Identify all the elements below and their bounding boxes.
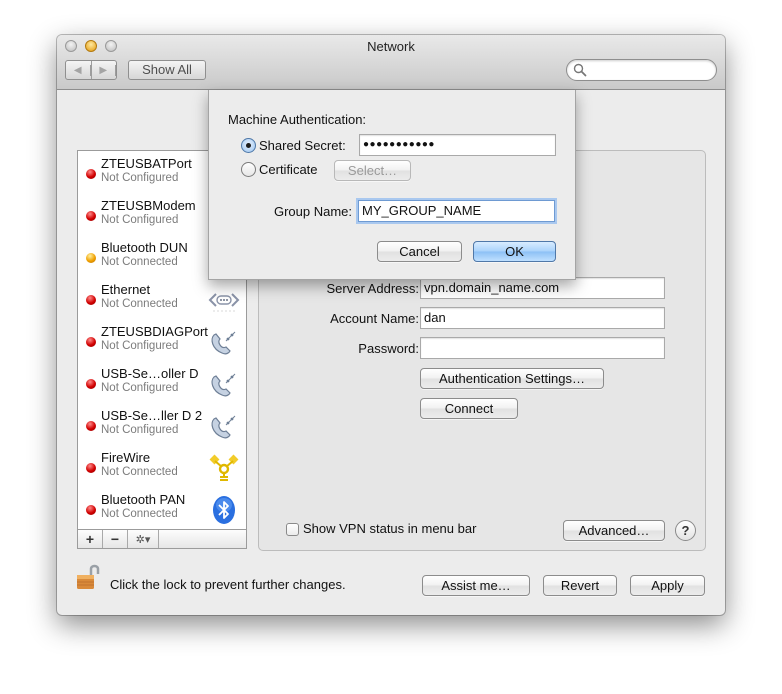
status-dot (86, 421, 96, 431)
firewire-icon (209, 454, 239, 481)
service-name: Ethernet (101, 282, 151, 297)
status-dot (86, 505, 96, 515)
machine-authentication-sheet: Machine Authentication: Shared Secret: ●… (208, 90, 576, 280)
shared-secret-label: Shared Secret: (259, 138, 346, 153)
lock-message: Click the lock to prevent further change… (110, 577, 346, 592)
service-status: Not Configured (101, 172, 179, 184)
cancel-button[interactable]: Cancel (377, 241, 462, 262)
service-item[interactable]: USB-Se…oller D Not Configured (78, 363, 246, 405)
magnifier-icon (573, 63, 587, 77)
chevron-left-icon: ◀ (66, 64, 91, 76)
service-status: Not Configured (101, 382, 179, 394)
account-name-field[interactable]: dan (420, 307, 665, 329)
password-field[interactable] (420, 337, 665, 359)
forward-button[interactable]: ▶ (92, 61, 116, 79)
status-dot (86, 253, 96, 263)
status-dot (86, 463, 96, 473)
status-dot (86, 169, 96, 179)
phone-modem-icon (211, 373, 236, 397)
lock-open-icon[interactable] (74, 563, 104, 593)
service-status: Not Connected (101, 466, 178, 478)
network-preferences-window: Network ◀ ▶ Show All ZTEUSBATPort Not Co… (57, 35, 725, 615)
service-name: ZTEUSBModem (101, 198, 196, 213)
back-forward-control: ◀ ▶ (65, 60, 117, 80)
server-address-label: Server Address: (326, 281, 420, 296)
bluetooth-icon (213, 496, 235, 524)
show-vpn-status-label: Show VPN status in menu bar (303, 521, 477, 536)
shared-secret-radio[interactable] (241, 138, 256, 153)
search-field[interactable] (566, 59, 717, 81)
service-name: Bluetooth PAN (101, 492, 186, 507)
remove-service-button[interactable]: − (103, 530, 128, 548)
select-certificate-button[interactable]: Select… (334, 160, 411, 181)
ok-button[interactable]: OK (473, 241, 556, 262)
service-status: Not Connected (101, 508, 178, 520)
password-label: Password: (358, 341, 419, 356)
revert-button[interactable]: Revert (543, 575, 617, 596)
account-name-label: Account Name: (330, 311, 419, 326)
group-name-label: Group Name: (273, 204, 352, 219)
server-address-field[interactable]: vpn.domain_name.com (420, 277, 665, 299)
service-name: Bluetooth DUN (101, 240, 188, 255)
assist-me-button[interactable]: Assist me… (422, 575, 530, 596)
service-item[interactable]: FireWire Not Connected (78, 447, 246, 489)
phone-modem-icon (211, 331, 236, 355)
gear-icon[interactable]: ✲▾ (128, 530, 159, 548)
service-item[interactable]: USB-Se…ller D 2 Not Configured (78, 405, 246, 447)
service-name: ZTEUSBATPort (101, 156, 192, 171)
status-dot (86, 211, 96, 221)
add-service-button[interactable]: + (78, 530, 103, 548)
title-bar: Network ◀ ▶ Show All (57, 35, 725, 90)
apply-button[interactable]: Apply (630, 575, 705, 596)
service-name: USB-Se…oller D (101, 366, 199, 381)
status-dot (86, 295, 96, 305)
service-status: Not Connected (101, 298, 178, 310)
ethernet-icon (208, 293, 240, 312)
phone-modem-icon (211, 415, 236, 439)
chevron-right-icon: ▶ (92, 64, 116, 76)
status-dot (86, 337, 96, 347)
show-all-button[interactable]: Show All (128, 60, 206, 80)
service-status: Not Configured (101, 214, 179, 226)
service-name: FireWire (101, 450, 151, 465)
service-name: USB-Se…ller D 2 (101, 408, 203, 423)
status-dot (86, 379, 96, 389)
certificate-radio[interactable] (241, 162, 256, 177)
group-name-field[interactable]: MY_GROUP_NAME (358, 200, 555, 222)
service-status: Not Configured (101, 424, 179, 436)
service-item[interactable]: Ethernet Not Connected (78, 279, 246, 321)
help-button[interactable]: ? (675, 520, 696, 541)
back-button[interactable]: ◀ (66, 61, 92, 79)
service-list-toolbar: + − ✲▾ (77, 530, 247, 549)
advanced-button[interactable]: Advanced… (563, 520, 665, 541)
service-status: Not Connected (101, 256, 178, 268)
service-name: ZTEUSBDIAGPort (101, 324, 208, 339)
service-item[interactable]: Bluetooth PAN Not Connected (78, 489, 246, 531)
window-title: Network (367, 39, 415, 54)
service-status: Not Configured (101, 340, 179, 352)
sheet-heading: Machine Authentication: (228, 112, 367, 127)
show-vpn-status-checkbox[interactable] (286, 523, 299, 536)
shared-secret-field[interactable]: ●●●●●●●●●●● (359, 134, 556, 156)
authentication-settings-button[interactable]: Authentication Settings… (420, 368, 604, 389)
service-item[interactable]: ZTEUSBDIAGPort Not Configured (78, 321, 246, 363)
certificate-label: Certificate (259, 162, 318, 177)
connect-button[interactable]: Connect (420, 398, 518, 419)
